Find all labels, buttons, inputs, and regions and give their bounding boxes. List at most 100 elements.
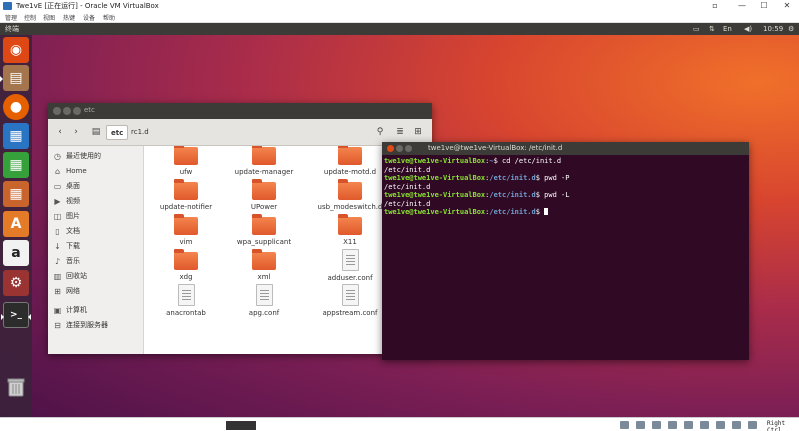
minimize-button[interactable]: —	[731, 0, 753, 12]
libreoffice-calc-icon[interactable]: ▦	[3, 152, 29, 178]
file-item[interactable]: xdg	[146, 249, 226, 281]
sidebar-item-music[interactable]: ♪ 音乐	[53, 255, 80, 267]
sidebar-item-server[interactable]: ⊟ 连接到服务器	[53, 319, 108, 331]
file-item[interactable]: wpa_supplicant	[224, 214, 304, 246]
libreoffice-writer-icon[interactable]: ▦	[3, 123, 29, 149]
file-item[interactable]: usb_modeswitch.d	[310, 179, 390, 211]
terminal-line: twe1ve@twe1ve-VirtualBox:/etc/init.d$	[384, 208, 747, 217]
sidebar-item-label: 网络	[66, 287, 80, 295]
breadcrumb-rc1d[interactable]: rc1.d	[127, 125, 153, 140]
menu-hotkeys[interactable]: 热键	[63, 13, 75, 22]
optical-drive-icon[interactable]	[636, 421, 645, 429]
input-method-icon[interactable]: ▭	[693, 25, 700, 33]
clock[interactable]: 10:59	[763, 25, 783, 33]
file-name: update-notifier	[159, 203, 213, 211]
sidebar-item-document[interactable]: ▯ 文档	[53, 225, 80, 237]
libreoffice-impress-icon[interactable]: ▦	[3, 181, 29, 207]
breadcrumb-etc[interactable]: etc	[106, 125, 129, 140]
firefox-icon[interactable]: ●	[3, 94, 29, 120]
harddisk-icon[interactable]	[620, 421, 629, 429]
prompt-user: twe1ve@twe1ve-VirtualBox	[384, 191, 486, 199]
mouse-integration-icon[interactable]	[748, 421, 757, 429]
menu-view[interactable]: 视图	[43, 13, 55, 22]
close-button[interactable]: ✕	[776, 0, 798, 12]
settings-icon[interactable]: ⚙	[3, 270, 29, 296]
file-item[interactable]: adduser.conf	[310, 249, 390, 282]
software-center-icon[interactable]: A	[3, 211, 29, 237]
file-item[interactable]: update-notifier	[146, 179, 226, 211]
file-item[interactable]: appstream.conf	[310, 284, 390, 317]
back-arrow-icon[interactable]: ‹	[54, 125, 66, 140]
file-item[interactable]: xml	[224, 249, 304, 281]
recording-icon[interactable]	[732, 421, 741, 429]
text-file-icon	[341, 284, 359, 306]
terminal-maximize-button[interactable]	[405, 145, 412, 152]
menu-devices[interactable]: 设备	[83, 13, 95, 22]
command-text: pwd -P	[539, 174, 570, 182]
network-adapter-icon[interactable]	[668, 421, 677, 429]
audio-icon[interactable]	[652, 421, 661, 429]
file-item[interactable]: UPower	[224, 179, 304, 211]
terminal-output[interactable]: twe1ve@twe1ve-VirtualBox:~$ cd /etc/init…	[382, 155, 749, 360]
usb-icon[interactable]	[684, 421, 693, 429]
grid-view-icon[interactable]: ⊞	[412, 125, 424, 140]
search-icon[interactable]: ⚲	[374, 125, 386, 140]
amazon-icon[interactable]: a	[3, 240, 29, 266]
virtualbox-menubar: 管理 控制 视图 热键 设备 帮助	[0, 12, 799, 23]
restore-icon[interactable]: ▫	[704, 0, 726, 12]
sidebar-item-label: 图片	[66, 212, 80, 220]
power-gear-icon[interactable]: ⚙	[788, 25, 794, 33]
maximize-button[interactable]: ☐	[753, 0, 775, 12]
prompt-path: /etc/init.d	[489, 208, 536, 216]
sidebar-item-label: 下载	[66, 242, 80, 250]
file-item[interactable]: update-motd.d	[310, 146, 390, 176]
terminal-icon[interactable]: >_	[1, 302, 31, 328]
forward-arrow-icon[interactable]: ›	[70, 125, 82, 140]
sidebar-item-picture[interactable]: ◫ 图片	[53, 210, 80, 222]
menu-control[interactable]: 控制	[24, 13, 36, 22]
sidebar-item-label: 视频	[66, 197, 80, 205]
menu-manage[interactable]: 管理	[5, 13, 17, 22]
file-item[interactable]: ufw	[146, 146, 226, 176]
sidebar-item-home[interactable]: ⌂ Home	[53, 165, 87, 177]
sidebar-item-label: 音乐	[66, 257, 80, 265]
close-window-button[interactable]	[53, 107, 61, 115]
sidebar-item-video[interactable]: ▶ 视频	[53, 195, 80, 207]
terminal-line: twe1ve@twe1ve-VirtualBox:~$ cd /etc/init…	[384, 157, 747, 166]
terminal-line: /etc/init.d	[384, 166, 747, 175]
display-icon[interactable]	[716, 421, 725, 429]
network-icon[interactable]: ⇅	[709, 25, 715, 33]
sidebar-item-clock[interactable]: ◷ 最近使用的	[53, 150, 101, 162]
sidebar-item-label: 文档	[66, 227, 80, 235]
text-file-icon	[341, 249, 359, 271]
document-icon: ▯	[55, 226, 60, 236]
file-item[interactable]: apg.conf	[224, 284, 304, 317]
sidebar-item-desktop[interactable]: ▭ 桌面	[53, 180, 80, 192]
file-item[interactable]: anacrontab	[146, 284, 226, 317]
terminal-minimize-button[interactable]	[396, 145, 403, 152]
sidebar-item-download[interactable]: ↓ 下载	[53, 240, 80, 252]
maximize-window-button[interactable]	[73, 107, 81, 115]
file-manager-title: etc	[84, 106, 95, 114]
path-toggle-icon[interactable]: ▤	[90, 125, 102, 140]
sidebar-item-network[interactable]: ⊞ 网络	[53, 285, 80, 297]
terminal-close-button[interactable]	[387, 145, 394, 152]
list-view-icon[interactable]: ≣	[394, 125, 406, 140]
file-item[interactable]: vim	[146, 214, 226, 246]
folder-icon	[174, 249, 198, 270]
file-item[interactable]: X11	[310, 214, 390, 246]
keyboard-icon[interactable]: En	[723, 25, 732, 33]
file-item[interactable]: update-manager	[224, 146, 304, 176]
sidebar-item-label: 回收站	[66, 272, 87, 280]
command-output: /etc/init.d	[384, 182, 431, 191]
sidebar-item-trash[interactable]: ▥ 回收站	[53, 270, 87, 282]
files-icon[interactable]: ▤	[0, 65, 29, 91]
sidebar-item-label: 连接到服务器	[66, 321, 108, 329]
ubuntu-dash-icon[interactable]: ◉	[3, 37, 29, 63]
sidebar-item-computer[interactable]: ▣ 计算机	[53, 304, 87, 316]
minimize-window-button[interactable]	[63, 107, 71, 115]
menu-help[interactable]: 帮助	[103, 13, 115, 22]
volume-icon[interactable]: ◀)	[744, 25, 752, 33]
shared-folder-icon[interactable]	[700, 421, 709, 429]
trash-icon[interactable]	[3, 374, 29, 400]
